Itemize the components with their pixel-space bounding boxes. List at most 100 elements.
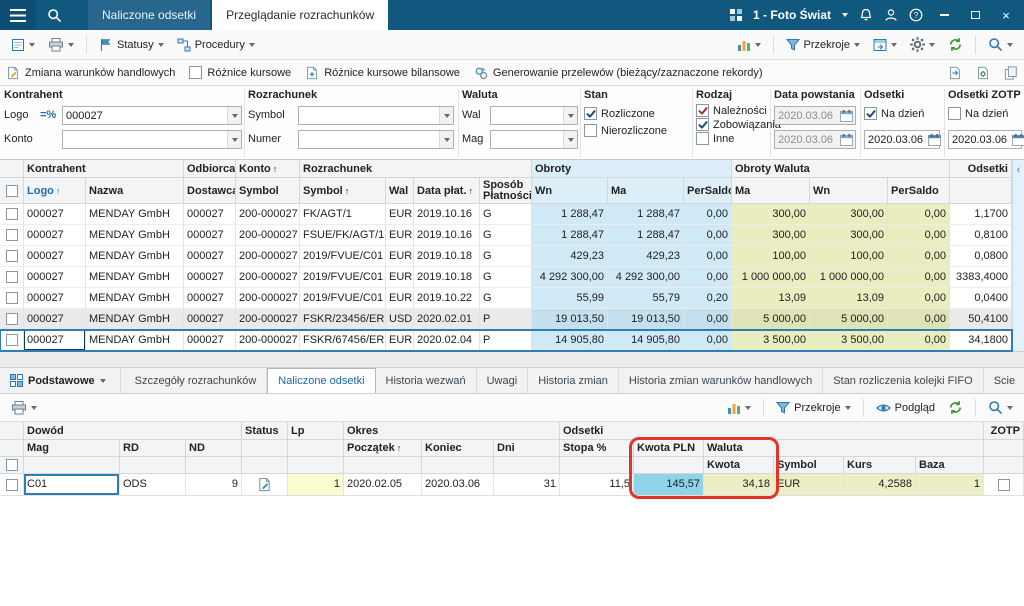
cell-ma[interactable]: 55,79 [608, 288, 684, 309]
chart-button[interactable] [732, 35, 766, 55]
cell-nazwa[interactable]: MENDAY GmbH [86, 267, 184, 288]
zmiana-warunkow-button[interactable]: Zmiana warunków handlowych [6, 66, 175, 80]
cell-ow_persaldo[interactable]: 0,00 [888, 246, 950, 267]
data-powstania-do-field[interactable]: 2020.03.06 [774, 130, 856, 149]
cell-kwota[interactable]: 34,18 [704, 474, 774, 496]
odsetki-date-field[interactable]: 2020.03.06 [864, 130, 940, 149]
chevron-down-icon[interactable] [249, 43, 255, 47]
cell-ow_persaldo[interactable]: 0,00 [888, 267, 950, 288]
cell-poczatek[interactable]: 2020.02.05 [344, 474, 422, 496]
cell-logo[interactable]: 000027 [24, 309, 86, 330]
cell-wn[interactable]: 1 288,47 [532, 225, 608, 246]
checkbox-icon[interactable] [584, 124, 597, 137]
notifications-button[interactable] [859, 8, 873, 22]
procedury-button[interactable]: Procedury [172, 35, 260, 55]
odsetki-na-dzien-checkbox[interactable]: Na dzień [864, 107, 924, 120]
tab-naliczone-odsetki[interactable]: Naliczone odsetki [267, 368, 375, 393]
chevron-left-icon[interactable]: ‹ [1017, 165, 1021, 351]
cell-logo[interactable]: 000027 [24, 204, 86, 225]
cell-ma[interactable]: 14 905,80 [608, 330, 684, 351]
cell-data[interactable]: 2020.02.04 [414, 330, 480, 351]
cell-koniec[interactable]: 2020.03.06 [422, 474, 494, 496]
nierozliczone-checkbox[interactable]: Nierozliczone [584, 124, 667, 137]
column-header-logo[interactable]: Logo↑ [24, 178, 86, 204]
column-header-symbol-konta[interactable]: Symbol [236, 178, 300, 204]
column-header-nazwa[interactable]: Nazwa [86, 178, 184, 204]
tab-historia-zmian[interactable]: Historia zmian [528, 368, 619, 393]
cell-konto[interactable]: 200-000027 [236, 288, 300, 309]
cell-wn[interactable]: 1 288,47 [532, 204, 608, 225]
tab-historia-wezwan[interactable]: Historia wezwań [376, 368, 477, 393]
cell-sposob[interactable]: G [480, 204, 532, 225]
cell-odsetki[interactable]: 0,0800 [950, 246, 1012, 267]
group-header-lp[interactable]: Lp [288, 422, 344, 440]
column-header-ma[interactable]: Ma [608, 178, 684, 204]
checkbox-checked-icon[interactable] [696, 118, 709, 131]
table-row[interactable]: 000027MENDAY GmbH000027200-000027FK/AGT/… [0, 204, 1012, 225]
print-button[interactable] [6, 398, 42, 418]
checkbox-checked-icon[interactable] [696, 104, 709, 117]
tab-uwagi[interactable]: Uwagi [477, 368, 529, 393]
cell-logo[interactable]: 000027 [24, 246, 86, 267]
group-header-odbiorca[interactable]: Odbiorca [184, 160, 236, 178]
cell-nazwa[interactable]: MENDAY GmbH [86, 309, 184, 330]
cell-ow_ma[interactable]: 3 500,00 [732, 330, 810, 351]
cell-persaldo[interactable]: 0,00 [684, 309, 732, 330]
chevron-down-icon[interactable] [68, 43, 74, 47]
layout-button[interactable] [868, 35, 902, 55]
cell-ow_persaldo[interactable]: 0,00 [888, 225, 950, 246]
mag-combobox[interactable] [490, 130, 578, 149]
cell-logo[interactable]: 000027 [24, 288, 86, 309]
cell-ow_ma[interactable]: 300,00 [732, 204, 810, 225]
cell-ma[interactable]: 19 013,50 [608, 309, 684, 330]
cell-konto[interactable]: 200-000027 [236, 267, 300, 288]
cell-ma[interactable]: 4 292 300,00 [608, 267, 684, 288]
cell-symbol[interactable]: FSUE/FK/AGT/1 [300, 225, 386, 246]
select-all-checkbox[interactable] [0, 178, 24, 204]
cell-sposob[interactable]: G [480, 225, 532, 246]
quick-search-button[interactable] [983, 34, 1018, 55]
cell-persaldo[interactable]: 0,00 [684, 246, 732, 267]
match-mode-button[interactable]: =% [40, 109, 56, 121]
chevron-down-icon[interactable] [227, 107, 241, 124]
cell-wal[interactable]: EUR [386, 267, 414, 288]
chevron-down-icon[interactable] [158, 43, 164, 47]
cell-persaldo[interactable]: 0,20 [684, 288, 732, 309]
calendar-icon[interactable] [838, 110, 855, 122]
chevron-down-icon[interactable] [31, 406, 37, 410]
table-row[interactable]: 000027MENDAY GmbH000027200-000027FSKR/23… [0, 309, 1012, 330]
chevron-down-icon[interactable] [563, 131, 577, 148]
row-select-checkbox[interactable] [0, 246, 24, 267]
chevron-down-icon[interactable] [891, 43, 897, 47]
checkbox-icon[interactable] [189, 66, 202, 79]
generowanie-przelewow-button[interactable]: Generowanie przelewów (bieżący/zaznaczon… [474, 66, 763, 80]
table-row[interactable]: 000027MENDAY GmbH000027200-000027FSKR/67… [0, 330, 1012, 351]
row-select-checkbox[interactable] [0, 330, 24, 351]
tab-stan-rozliczenia-fifo[interactable]: Stan rozliczenia kolejki FIFO [823, 368, 983, 393]
chevron-down-icon[interactable] [745, 406, 751, 410]
global-search-button[interactable] [36, 0, 72, 30]
tab-szczegoly-rozrachunkow[interactable]: Szczegóły rozrachunków [125, 368, 268, 393]
chart-button[interactable] [722, 398, 756, 418]
cell-rd[interactable]: ODS [120, 474, 186, 496]
user-button[interactable] [884, 8, 898, 22]
group-header-status[interactable]: Status [242, 422, 288, 440]
cell-ow_wn[interactable]: 1 000 000,00 [810, 267, 888, 288]
cell-ow_persaldo[interactable]: 0,00 [888, 309, 950, 330]
group-header-zotp[interactable]: ZOTP [984, 422, 1024, 440]
calendar-icon[interactable] [926, 134, 943, 146]
cell-wn[interactable]: 429,23 [532, 246, 608, 267]
column-header-waluta-wn[interactable]: Wn [810, 178, 888, 204]
cell-symbol[interactable]: EUR [774, 474, 844, 496]
row-select-checkbox[interactable] [0, 474, 24, 496]
cell-sposob[interactable]: P [480, 330, 532, 351]
cell-ow_wn[interactable]: 13,09 [810, 288, 888, 309]
chevron-down-icon[interactable] [439, 107, 453, 124]
cell-ow_ma[interactable]: 100,00 [732, 246, 810, 267]
cell-ma[interactable]: 1 288,47 [608, 225, 684, 246]
data-powstania-od-field[interactable]: 2020.03.06 [774, 106, 856, 125]
wal-combobox[interactable] [490, 106, 578, 125]
cell-nazwa[interactable]: MENDAY GmbH [86, 204, 184, 225]
cell-sposob[interactable]: P [480, 309, 532, 330]
group-header-obroty-waluta[interactable]: Obroty Waluta [732, 160, 950, 178]
